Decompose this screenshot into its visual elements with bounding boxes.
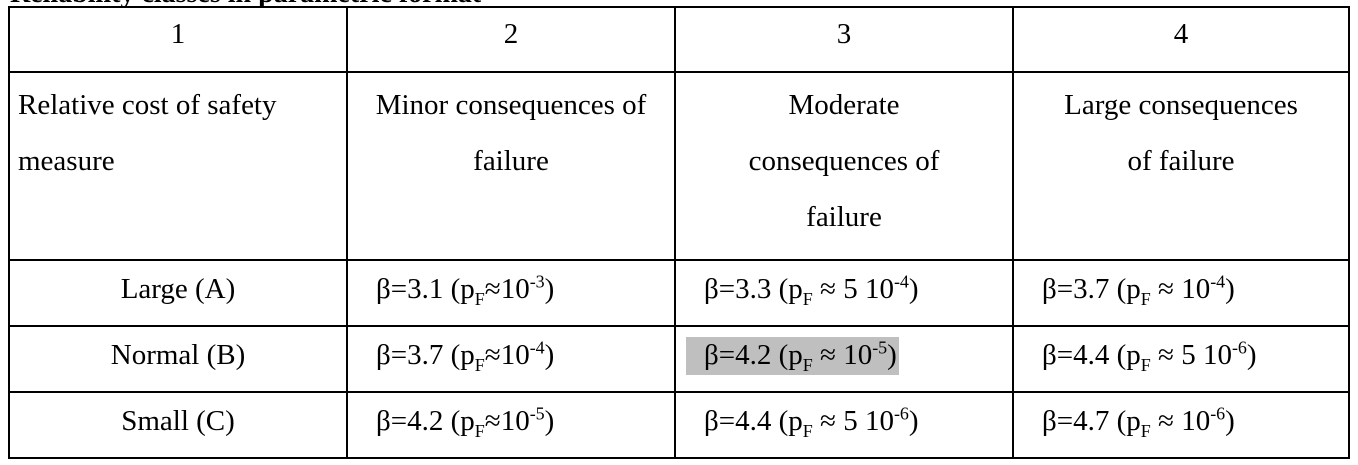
highlighted-value: β=4.2 (pF ≈ 10-5) bbox=[686, 337, 899, 375]
column-number-1: 1 bbox=[8, 6, 348, 73]
cell-minor: β=3.7 (pF≈10-4) bbox=[346, 325, 676, 393]
header-relative-cost: Relative cost of safety measure bbox=[8, 71, 348, 261]
column-number-2: 2 bbox=[346, 6, 676, 73]
cell-moderate: β=3.3 (pF ≈ 5 10-4) bbox=[674, 259, 1014, 327]
row-label: Small (C) bbox=[8, 391, 348, 459]
cell-minor: β=3.1 (pF≈10-3) bbox=[346, 259, 676, 327]
header-row: Relative cost of safety measure Minor co… bbox=[8, 71, 1350, 261]
cell-minor: β=4.2 (pF≈10-5) bbox=[346, 391, 676, 459]
table-row: Large (A) β=3.1 (pF≈10-3) β=3.3 (pF ≈ 5 … bbox=[8, 259, 1350, 327]
cell-large: β=4.7 (pF ≈ 10-6) bbox=[1012, 391, 1350, 459]
column-number-row: 1 2 3 4 bbox=[8, 6, 1350, 73]
row-label: Large (A) bbox=[8, 259, 348, 327]
header-large-consequences: Large consequences of failure bbox=[1012, 71, 1350, 261]
cell-moderate: β=4.4 (pF ≈ 5 10-6) bbox=[674, 391, 1014, 459]
header-minor-consequences: Minor consequences of failure bbox=[346, 71, 676, 261]
column-number-4: 4 bbox=[1012, 6, 1350, 73]
header-moderate-consequences: Moderate consequences of failure bbox=[674, 71, 1014, 261]
table-row: Small (C) β=4.2 (pF≈10-5) β=4.4 (pF ≈ 5 … bbox=[8, 391, 1350, 459]
row-label: Normal (B) bbox=[8, 325, 348, 393]
cell-moderate-highlighted: β=4.2 (pF ≈ 10-5) bbox=[674, 325, 1014, 393]
reliability-table: 1 2 3 4 Relative cost of safety measure … bbox=[8, 6, 1350, 459]
cell-large: β=4.4 (pF ≈ 5 10-6) bbox=[1012, 325, 1350, 393]
cell-large: β=3.7 (pF ≈ 10-4) bbox=[1012, 259, 1350, 327]
column-number-3: 3 bbox=[674, 6, 1014, 73]
table-row: Normal (B) β=3.7 (pF≈10-4) β=4.2 (pF ≈ 1… bbox=[8, 325, 1350, 393]
